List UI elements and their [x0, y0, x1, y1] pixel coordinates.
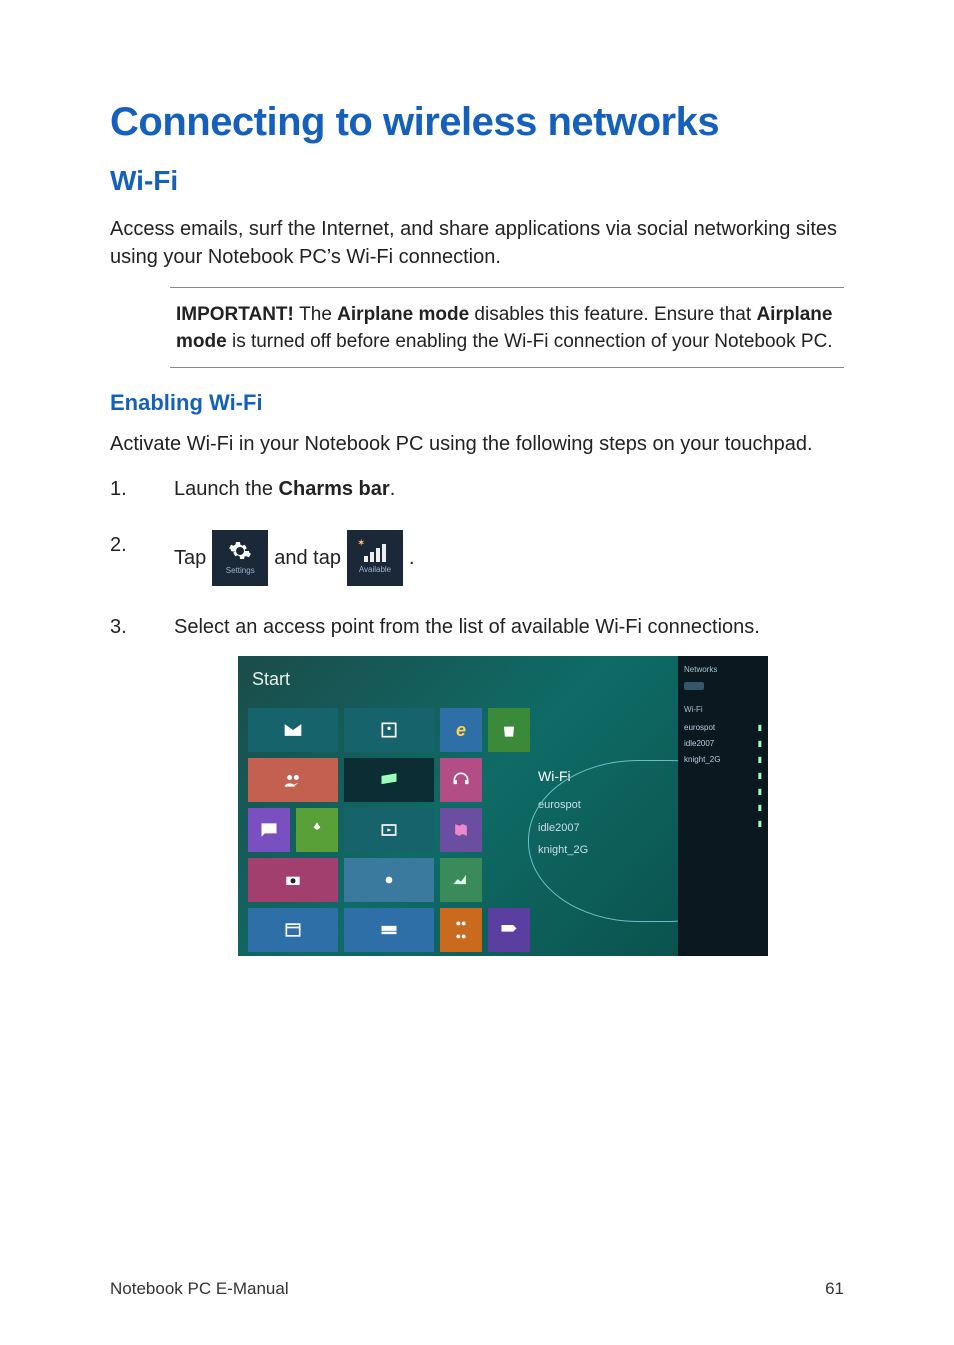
intro-paragraph: Access emails, surf the Internet, and sh… [110, 215, 844, 271]
net-item-2[interactable]: knight_2G▮ [684, 754, 762, 766]
start-label: Start [252, 666, 290, 693]
camera-tile[interactable] [248, 858, 338, 902]
store-tile[interactable] [488, 708, 530, 752]
video-tile[interactable] [344, 808, 434, 852]
net-item-extra[interactable]: ▮ [684, 818, 762, 830]
page-number: 61 [825, 1279, 844, 1299]
enable-intro-paragraph: Activate Wi-Fi in your Notebook PC using… [110, 430, 844, 458]
important-note: IMPORTANT! The Airplane mode disables th… [170, 287, 844, 368]
page-footer: Notebook PC E-Manual 61 [110, 1279, 844, 1299]
desktop-tile[interactable] [344, 758, 434, 802]
step2-post: . [409, 543, 415, 573]
heading-connecting: Connecting to wireless networks [110, 100, 844, 145]
note-text-2: disables this feature. Ensure that [469, 304, 756, 325]
step-3: Select an access point from the list of … [110, 612, 844, 956]
wifi-screenshot: Start e [238, 656, 768, 956]
step1-post: . [390, 478, 396, 500]
finance-tile[interactable] [440, 858, 482, 902]
step2-pre: Tap [174, 543, 206, 573]
net-item-extra[interactable]: ▮ [684, 786, 762, 798]
games-tile[interactable] [296, 808, 338, 852]
networks-charm-panel: Networks Wi-Fi eurospot▮ idle2007▮ knigh… [678, 656, 768, 956]
networks-header: Networks [684, 664, 762, 676]
sports-tile[interactable] [488, 908, 530, 952]
heading-wifi: Wi-Fi [110, 165, 844, 197]
settings-caption: Settings [226, 565, 255, 577]
step2-mid: and tap [274, 543, 341, 573]
step1-bold: Charms bar [279, 478, 390, 500]
available-caption: Available [359, 564, 391, 576]
note-text-1: The [299, 304, 337, 325]
note-bold-1: Airplane mode [337, 304, 469, 325]
footer-title: Notebook PC E-Manual [110, 1279, 289, 1299]
net-item-1[interactable]: idle2007▮ [684, 738, 762, 750]
mail-tile[interactable] [248, 708, 338, 752]
weather-tile[interactable] [344, 858, 434, 902]
step-1: Launch the Charms bar. [110, 474, 844, 504]
people-tile[interactable] [248, 758, 338, 802]
heading-enabling-wifi: Enabling Wi-Fi [110, 390, 844, 416]
step1-pre: Launch the [174, 478, 279, 500]
airplane-toggle[interactable] [684, 682, 762, 690]
start-tiles: e [248, 708, 530, 952]
settings-icon: Settings [212, 530, 268, 586]
step3-text: Select an access point from the list of … [174, 616, 760, 638]
step-2: Tap Settings and tap ✶ Ava [110, 530, 844, 586]
net-item-extra[interactable]: ▮ [684, 802, 762, 814]
news-tile[interactable]: ●●●● [440, 908, 482, 952]
note-text-3: is turned off before enabling the Wi-Fi … [227, 331, 833, 352]
skydrive-tile[interactable] [344, 908, 434, 952]
messaging-tile[interactable] [248, 808, 290, 852]
important-label: IMPORTANT! [176, 304, 299, 325]
photos-tile[interactable] [344, 708, 434, 752]
wifi-section-label: Wi-Fi [684, 704, 762, 716]
maps-tile[interactable] [440, 808, 482, 852]
calendar-tile[interactable] [248, 908, 338, 952]
available-networks-icon: ✶ Available [347, 530, 403, 586]
music-tile[interactable] [440, 758, 482, 802]
net-item-0[interactable]: eurospot▮ [684, 722, 762, 734]
ie-tile[interactable]: e [440, 708, 482, 752]
net-item-extra[interactable]: ▮ [684, 770, 762, 782]
